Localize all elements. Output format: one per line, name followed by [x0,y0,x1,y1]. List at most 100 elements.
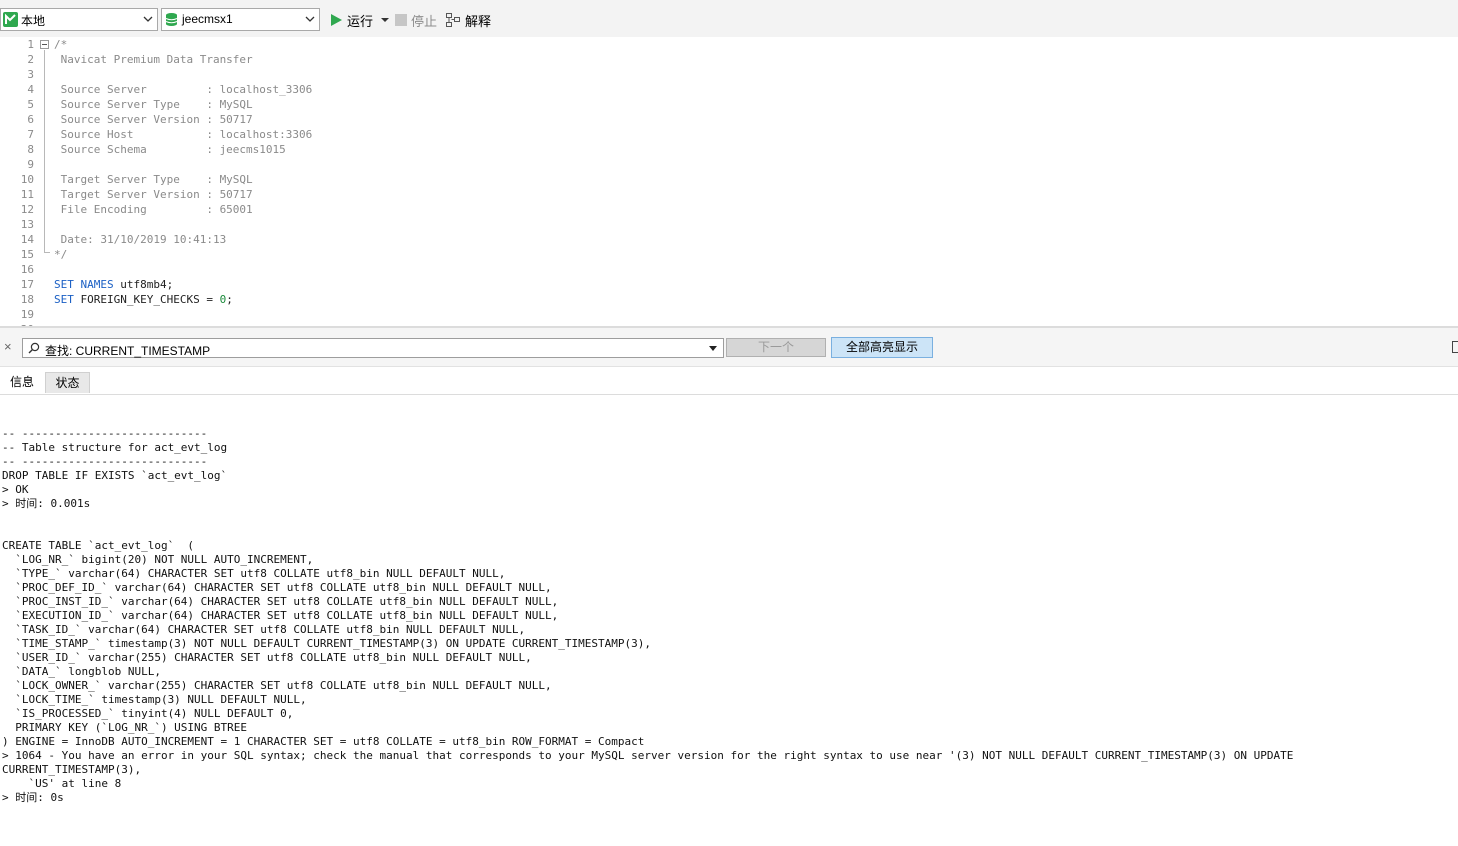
comment-text: Navicat Premium Data Transfer [54,53,253,66]
editor-line: 11 Target Server Version : 50717 [0,187,1458,202]
editor-line: 15 */ [0,247,1458,262]
toolbar: 本地 jeecmsx1 运行 停止 解释 [0,0,1458,37]
output-line: `PROC_INST_ID_` varchar(64) CHARACTER SE… [2,595,559,608]
line-number: 17 [20,278,34,291]
output-line: `US' at line 8 [2,777,122,790]
tab-status[interactable]: 状态 [45,372,90,393]
find-bar: × 查找: CURRENT_TIMESTAMP 下一个 全部高亮显示 [0,328,1458,367]
output-line: > 时间: 0.001s [2,497,91,510]
output-line: `USER_ID_` varchar(255) CHARACTER SET ut… [2,651,532,664]
line-number: 12 [20,203,34,216]
stop-button[interactable]: 停止 [395,11,437,29]
explain-button[interactable]: 解释 [446,11,491,29]
line-number: 7 [27,128,34,141]
line-number: 9 [27,158,34,171]
connection-label: 本地 [21,14,46,28]
comment-text: Target Server Type : MySQL [54,173,253,186]
output-line: `LOCK_TIME_` timestamp(3) NULL DEFAULT N… [2,693,307,706]
tab-info[interactable]: 信息 [0,372,44,393]
editor-line: 19 [0,307,1458,322]
output-line: PRIMARY KEY (`LOG_NR_`) USING BTREE [2,721,248,734]
caret-down-icon[interactable] [381,17,390,23]
output-line: `TIME_STAMP_` timestamp(3) NOT NULL DEFA… [2,637,652,650]
run-label: 运行 [347,13,374,29]
highlight-all-button[interactable]: 全部高亮显示 [831,337,933,358]
line-number: 15 [20,248,34,261]
find-next-button[interactable]: 下一个 [726,338,826,357]
keyword: SET [54,278,74,291]
output-line: > 时间: 0s [2,791,64,804]
editor-line: 2 Navicat Premium Data Transfer [0,52,1458,67]
comment-text: Source Server Type : MySQL [54,98,253,111]
chevron-down-icon [143,16,153,22]
close-icon[interactable]: × [4,339,12,354]
line-number: 13 [20,218,34,231]
editor-line: 3 [0,67,1458,82]
line-number: 10 [20,173,34,186]
output-line: CURRENT_TIMESTAMP(3), [2,763,142,776]
connection-icon [3,12,18,27]
output-line: CREATE TABLE `act_evt_log` ( [2,539,195,552]
result-tabs: 信息 状态 [0,367,1458,395]
search-icon [28,342,40,354]
output-line: `LOCK_OWNER_` varchar(255) CHARACTER SET… [2,679,552,692]
explain-icon [446,13,460,27]
line-number: 3 [27,68,34,81]
sql-editor[interactable]: 1/* 2 Navicat Premium Data Transfer 3 4 Sou… [0,37,1458,326]
editor-line: 13 [0,217,1458,232]
output-line: -- ---------------------------- [2,427,208,440]
run-button[interactable]: 运行 [330,11,390,29]
code-end: ; [226,293,233,306]
editor-line: 7 Source Host : localhost:3306 [0,127,1458,142]
line-number: 1 [27,38,34,51]
line-number: 4 [27,83,34,96]
panel-edge-icon [1452,341,1458,353]
output-line: > OK [2,483,29,496]
comment-text: Target Server Version : 50717 [54,188,253,201]
dropdown-arrow-icon[interactable] [709,346,717,351]
editor-line: 18 SET FOREIGN_KEY_CHECKS = 0; [0,292,1458,307]
database-icon [165,13,178,26]
output-line: ) ENGINE = InnoDB AUTO_INCREMENT = 1 CHA… [2,735,645,748]
editor-line: 5 Source Server Type : MySQL [0,97,1458,112]
editor-line: 10 Target Server Type : MySQL [0,172,1458,187]
message-output: -- ---------------------------- -- Table … [2,427,1452,805]
line-number: 5 [27,98,34,111]
line-number: 19 [20,308,34,321]
output-line: `TASK_ID_` varchar(64) CHARACTER SET utf… [2,623,526,636]
find-query: 查找: CURRENT_TIMESTAMP [45,344,211,358]
stop-icon [395,14,407,26]
line-number: 18 [20,293,34,306]
comment-text: Source Schema : jeecms1015 [54,143,286,156]
play-icon [331,14,342,26]
explain-label: 解释 [465,13,492,29]
comment-text: Source Server Version : 50717 [54,113,253,126]
line-number: 14 [20,233,34,246]
code-rest: FOREIGN_KEY_CHECKS = [73,293,220,306]
line-number: 16 [20,263,34,276]
output-line: -- ---------------------------- [2,455,208,468]
output-line: > 1064 - You have an error in your SQL s… [2,749,1294,762]
keyword: NAMES [80,278,114,291]
editor-line: 12 File Encoding : 65001 [0,202,1458,217]
database-label: jeecmsx1 [182,12,233,26]
output-line: `LOG_NR_` bigint(20) NOT NULL AUTO_INCRE… [2,553,314,566]
find-input[interactable]: 查找: CURRENT_TIMESTAMP [22,338,724,358]
comment-text: /* [54,38,68,51]
editor-line: 9 [0,157,1458,172]
output-line: `EXECUTION_ID_` varchar(64) CHARACTER SE… [2,609,559,622]
editor-line: 6 Source Server Version : 50717 [0,112,1458,127]
code-text: SET FOREIGN_KEY_CHECKS = 0; [54,292,233,307]
editor-line: 17 SET NAMES utf8mb4; [0,277,1458,292]
comment-text: Source Server : localhost_3306 [54,83,313,96]
output-line: `TYPE_` varchar(64) CHARACTER SET utf8 C… [2,567,506,580]
comment-text: Source Host : localhost:3306 [54,128,313,141]
database-select[interactable]: jeecmsx1 [161,8,320,31]
connection-select[interactable]: 本地 [0,8,158,31]
editor-line: 1 /* [0,37,1458,52]
line-number: 8 [27,143,34,156]
line-number: 2 [27,53,34,66]
line-number: 6 [27,113,34,126]
output-line: -- Table structure for act_evt_log [2,441,228,454]
